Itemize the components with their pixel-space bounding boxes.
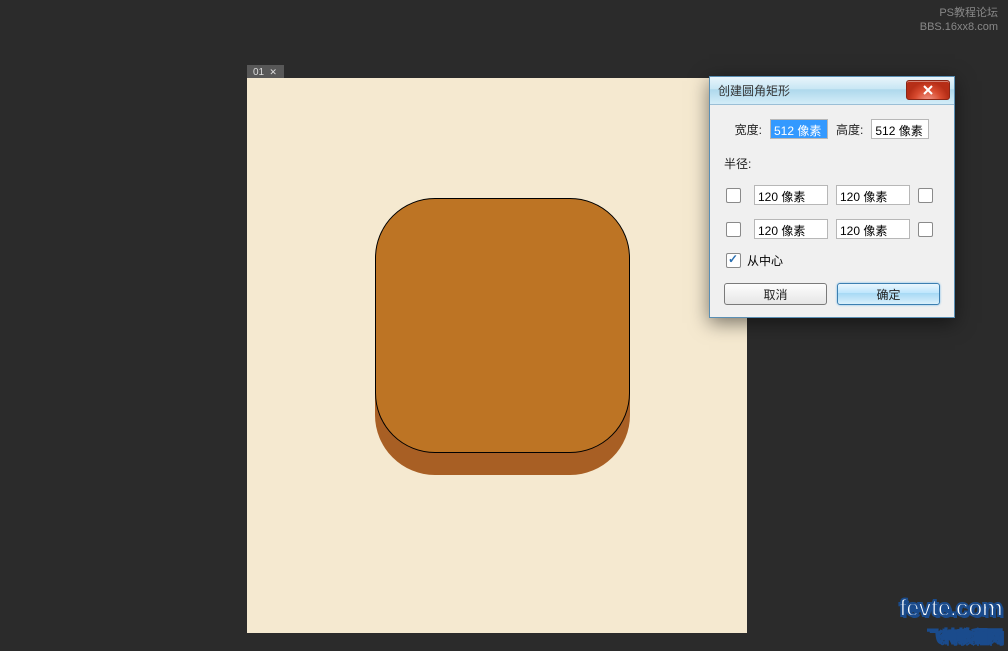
radius-grid: 120 像素 120 像素 120 像素 120 像素	[724, 182, 940, 242]
cancel-button[interactable]: 取消	[724, 283, 827, 305]
radius-bottom-left-input[interactable]: 120 像素	[754, 219, 828, 239]
height-input[interactable]: 512 像素	[871, 119, 929, 139]
from-center-checkbox[interactable]	[726, 253, 741, 268]
link-bottom-right-checkbox[interactable]	[918, 222, 933, 237]
ok-button[interactable]: 确定	[837, 283, 940, 305]
close-icon	[922, 85, 934, 95]
link-bottom-left-checkbox[interactable]	[726, 222, 741, 237]
dialog-title: 创建圆角矩形	[718, 82, 790, 99]
from-center-label: 从中心	[747, 252, 783, 269]
radius-top-left-input[interactable]: 120 像素	[754, 185, 828, 205]
height-label: 高度:	[836, 121, 863, 138]
radius-bottom-right-input[interactable]: 120 像素	[836, 219, 910, 239]
dialog-body: 宽度: 512 像素 高度: 512 像素 半径: 120 像素 120 像素 …	[710, 105, 954, 317]
size-row: 宽度: 512 像素 高度: 512 像素	[724, 119, 940, 139]
width-input[interactable]: 512 像素	[770, 119, 828, 139]
canvas[interactable]	[247, 78, 747, 633]
watermark-top-line1: PS教程论坛	[920, 6, 998, 20]
brand-text-cn: 飞特教程网	[899, 623, 1002, 647]
width-label: 宽度:	[735, 121, 762, 138]
brand-logo: fevte.com 飞特教程网	[899, 595, 1002, 647]
from-center-row: 从中心	[726, 252, 940, 269]
rounded-rect-shape[interactable]	[375, 198, 630, 453]
link-top-right-checkbox[interactable]	[918, 188, 933, 203]
link-top-left-checkbox[interactable]	[726, 188, 741, 203]
radius-label: 半径:	[724, 155, 940, 172]
dialog-buttons: 取消 确定	[724, 283, 940, 305]
dialog-titlebar[interactable]: 创建圆角矩形	[710, 77, 954, 105]
radius-top-right-input[interactable]: 120 像素	[836, 185, 910, 205]
watermark-top: PS教程论坛 BBS.16xx8.com	[920, 6, 998, 34]
watermark-bottom: fevte.com 飞特教程网	[899, 595, 1002, 647]
create-rounded-rect-dialog: 创建圆角矩形 宽度: 512 像素 高度: 512 像素 半径: 120 像素 …	[709, 76, 955, 318]
brand-text: fevte.com	[899, 595, 1002, 622]
watermark-top-line2: BBS.16xx8.com	[920, 20, 998, 34]
document-tab-label: 01	[253, 67, 264, 78]
dialog-close-button[interactable]	[906, 80, 950, 100]
close-icon[interactable]: ✕	[268, 68, 278, 78]
